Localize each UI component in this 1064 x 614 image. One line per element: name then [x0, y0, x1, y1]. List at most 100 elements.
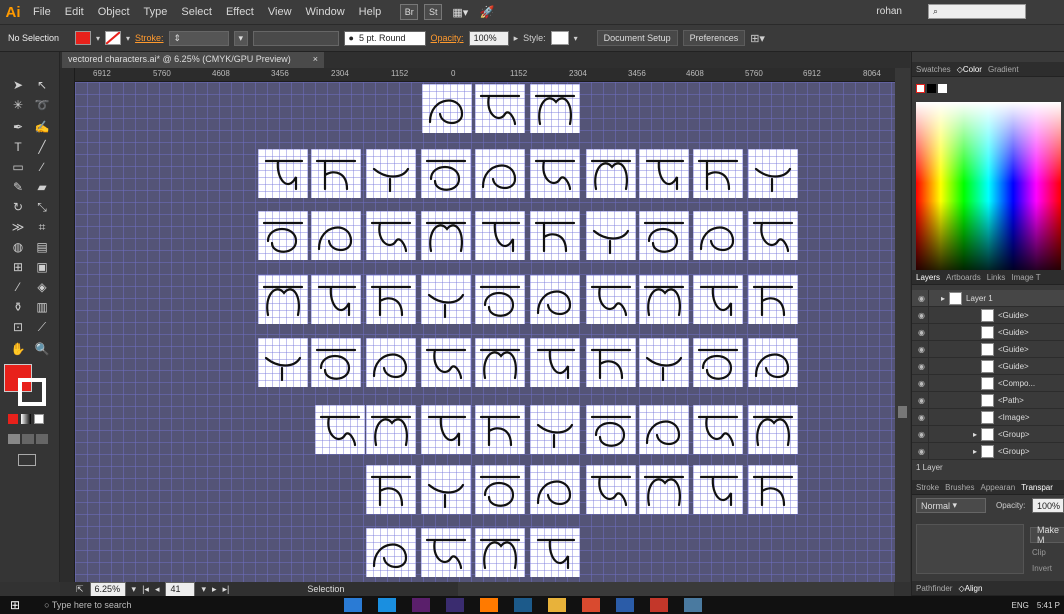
visibility-eye-icon[interactable]: ◉ — [915, 289, 929, 307]
menu-view[interactable]: View — [261, 0, 299, 24]
character-glyph-tile[interactable] — [366, 338, 416, 387]
graph-tool-icon[interactable]: ▥ — [32, 298, 52, 316]
character-glyph-tile[interactable] — [475, 84, 525, 133]
tab-layers[interactable]: Layers — [916, 273, 940, 282]
chrome-icon[interactable] — [582, 598, 601, 612]
chevron-down-icon[interactable]: ▾ — [201, 584, 206, 595]
character-glyph-tile[interactable] — [258, 149, 308, 198]
clip-checkbox[interactable]: Clip — [1032, 548, 1046, 557]
help-search-input[interactable]: ⌕ — [928, 4, 1026, 19]
vertical-scrollbar[interactable] — [895, 68, 910, 582]
layer-row-item[interactable]: ◉ <Image> — [912, 408, 1064, 426]
character-glyph-tile[interactable] — [693, 405, 743, 454]
draw-inside-icon[interactable] — [36, 434, 48, 444]
character-glyph-tile[interactable] — [315, 405, 365, 454]
layer-row-item[interactable]: ◉ <Guide> — [912, 306, 1064, 324]
black-swatch[interactable] — [927, 84, 936, 93]
layer-row-item[interactable]: ◉ <Guide> — [912, 340, 1064, 358]
layer-row-item[interactable]: ◉ <Compo... — [912, 374, 1064, 392]
gradient-mode-icon[interactable] — [21, 414, 31, 424]
tab-image-trace[interactable]: Image T — [1011, 273, 1040, 282]
character-glyph-tile[interactable] — [586, 149, 636, 198]
menu-select[interactable]: Select — [174, 0, 219, 24]
character-glyph-tile[interactable] — [748, 338, 798, 387]
character-glyph-tile[interactable] — [311, 338, 361, 387]
character-glyph-tile[interactable] — [421, 211, 471, 260]
zoom-tool-icon[interactable]: 🔍 — [32, 340, 52, 358]
keyboard-language[interactable]: ENG — [1012, 601, 1029, 610]
visibility-eye-icon[interactable]: ◉ — [915, 306, 929, 324]
character-glyph-tile[interactable] — [421, 149, 471, 198]
graphic-style-swatch[interactable] — [550, 31, 569, 45]
chevron-down-icon[interactable]: ▾ — [96, 34, 100, 43]
chevron-down-icon[interactable]: ▾ — [132, 584, 137, 595]
last-artboard-icon[interactable]: ▸| — [223, 584, 230, 595]
artboard-canvas[interactable] — [75, 82, 895, 582]
character-glyph-tile[interactable] — [475, 338, 525, 387]
invert-mask-checkbox[interactable]: Invert — [1032, 564, 1052, 573]
zoom-level-field[interactable]: 6.25% — [89, 581, 126, 597]
character-glyph-tile[interactable] — [421, 465, 471, 514]
chevron-right-icon[interactable]: ▸ — [514, 33, 519, 44]
visibility-eye-icon[interactable]: ◉ — [915, 374, 929, 392]
draw-normal-icon[interactable] — [8, 434, 20, 444]
character-glyph-tile[interactable] — [475, 211, 525, 260]
selection-tool-icon[interactable]: ➤ — [8, 76, 28, 94]
none-mode-icon[interactable] — [34, 414, 44, 424]
word-icon[interactable] — [616, 598, 635, 612]
character-glyph-tile[interactable] — [475, 465, 525, 514]
document-setup-button[interactable]: Document Setup — [596, 30, 678, 46]
symbol-sprayer-icon[interactable]: ⚱ — [8, 298, 28, 316]
mesh-tool-icon[interactable]: ⊞ — [8, 258, 28, 276]
visibility-eye-icon[interactable]: ◉ — [915, 442, 929, 460]
character-glyph-tile[interactable] — [693, 211, 743, 260]
none-swatch[interactable] — [916, 84, 925, 93]
stroke-color-swatch[interactable] — [18, 378, 46, 406]
stock-button[interactable]: St — [424, 4, 443, 20]
stroke-swatch[interactable] — [105, 31, 122, 45]
character-glyph-tile[interactable] — [693, 149, 743, 198]
chevron-down-icon[interactable]: ▾ — [574, 34, 578, 43]
visibility-eye-icon[interactable]: ◉ — [915, 425, 929, 443]
magic-wand-icon[interactable]: ✳ — [8, 96, 28, 114]
expand-arrow-icon[interactable]: ▸ — [929, 430, 981, 439]
character-glyph-tile[interactable] — [475, 405, 525, 454]
character-glyph-tile[interactable] — [586, 405, 636, 454]
character-glyph-tile[interactable] — [530, 405, 580, 454]
stroke-label[interactable]: Stroke: — [135, 33, 164, 43]
fill-swatch[interactable] — [75, 31, 91, 45]
next-artboard-icon[interactable]: ▸ — [212, 584, 217, 595]
visibility-eye-icon[interactable]: ◉ — [915, 391, 929, 409]
character-glyph-tile[interactable] — [530, 465, 580, 514]
visibility-eye-icon[interactable]: ◉ — [915, 408, 929, 426]
character-glyph-tile[interactable] — [530, 275, 580, 324]
arrange-documents-icon[interactable]: ▦▾ — [448, 4, 472, 20]
character-glyph-tile[interactable] — [586, 338, 636, 387]
eyedropper-icon[interactable]: ⁄ — [8, 278, 28, 296]
character-glyph-tile[interactable] — [748, 149, 798, 198]
horizontal-scrollbar[interactable] — [458, 582, 894, 596]
variable-width-profile[interactable] — [252, 30, 339, 46]
width-tool-icon[interactable]: ≫ — [8, 218, 28, 236]
user-name[interactable]: rohan — [876, 6, 902, 17]
bridge-button[interactable]: Br — [400, 4, 419, 20]
photoshop-icon[interactable] — [514, 598, 533, 612]
tab-links[interactable]: Links — [987, 273, 1006, 282]
character-glyph-tile[interactable] — [311, 211, 361, 260]
arrange-icon[interactable]: ⊞▾ — [750, 32, 765, 45]
opacity-input[interactable]: 100% — [468, 30, 509, 46]
scroll-thumb[interactable] — [898, 406, 907, 418]
artboard-nav-icon[interactable]: ⇱ — [76, 584, 84, 595]
expand-arrow-icon[interactable]: ▸ — [929, 447, 981, 456]
visibility-eye-icon[interactable]: ◉ — [915, 323, 929, 341]
rectangle-tool-icon[interactable]: ▭ — [8, 158, 28, 176]
rotate-tool-icon[interactable]: ↻ — [8, 198, 28, 216]
clock[interactable]: 5:41 P — [1037, 601, 1060, 610]
character-glyph-tile[interactable] — [748, 275, 798, 324]
layer-row-item[interactable]: ◉ <Guide> — [912, 323, 1064, 341]
character-glyph-tile[interactable] — [422, 84, 472, 133]
gradient-tool-icon[interactable]: ▣ — [32, 258, 52, 276]
layer-row-item[interactable]: ◉ ▸ <Group> — [912, 425, 1064, 443]
character-glyph-tile[interactable] — [366, 405, 416, 454]
stroke-weight-field[interactable]: ⇕ — [168, 30, 229, 46]
